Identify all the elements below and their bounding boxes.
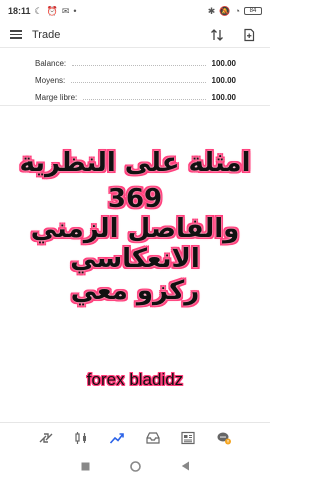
quotes-icon[interactable] <box>35 427 57 449</box>
free-margin-label: Marge libre: <box>35 93 78 102</box>
overlay-caption-line5: ركزو معي <box>70 276 200 306</box>
trade-icon[interactable] <box>106 427 128 449</box>
page-title: Trade <box>32 28 61 41</box>
balance-row: Balance: 100.00 <box>0 55 270 72</box>
status-right: ✱ 🔕 ◔ 84 <box>207 5 262 16</box>
mute-icon: 🔕 <box>219 5 231 16</box>
moon-icon: ☾ <box>34 5 43 16</box>
status-time: 18:11 <box>8 6 31 16</box>
system-nav <box>0 452 270 480</box>
wifi-icon: ◔ <box>234 5 240 16</box>
recent-apps-button[interactable] <box>78 459 92 473</box>
equity-value: 100.00 <box>211 76 236 85</box>
nfc-icon: ✱ <box>207 5 216 16</box>
alarm-icon: ⏰ <box>46 5 58 16</box>
dotted-leader <box>83 99 206 100</box>
home-button[interactable] <box>128 459 142 473</box>
free-margin-row: Marge libre: 100.00 <box>0 89 270 106</box>
message-icon: ✉ <box>61 5 70 16</box>
equity-row: Moyens: 100.00 <box>0 72 270 89</box>
news-icon[interactable] <box>177 427 199 449</box>
overlay-caption-line1: امثلة على النظرية <box>19 148 251 178</box>
watermark-text: forex bladidz <box>86 370 184 389</box>
status-left: 18:11 ☾ ⏰ ✉ • <box>8 6 77 16</box>
dots-icon: • <box>73 5 77 16</box>
new-order-icon[interactable] <box>238 25 260 45</box>
overlay-caption-line2: 369 <box>107 184 163 214</box>
overlay-caption-line3: والفاصل الزمني <box>30 214 240 244</box>
balance-label: Balance: <box>35 59 67 68</box>
chat-icon[interactable] <box>213 427 235 449</box>
equity-label: Moyens: <box>35 76 66 85</box>
dotted-leader <box>72 65 206 66</box>
battery-level: 84 <box>249 8 257 14</box>
divider <box>0 105 270 106</box>
app-bar: Trade <box>0 22 270 48</box>
status-bar: 18:11 ☾ ⏰ ✉ • ✱ 🔕 ◔ 84 <box>0 0 270 22</box>
free-margin-value: 100.00 <box>211 93 236 102</box>
history-icon[interactable] <box>142 427 164 449</box>
balance-value: 100.00 <box>211 59 236 68</box>
sort-icon[interactable] <box>206 25 228 45</box>
battery-icon: 84 <box>244 7 262 15</box>
account-summary: Balance: 100.00 Moyens: 100.00 Marge lib… <box>0 55 270 106</box>
overlay-caption-line4: الانعكاسي <box>70 244 200 274</box>
dotted-leader <box>71 82 206 83</box>
back-button[interactable] <box>178 459 192 473</box>
bottom-nav <box>0 422 270 452</box>
chart-icon[interactable] <box>70 427 92 449</box>
menu-icon[interactable] <box>10 30 22 39</box>
